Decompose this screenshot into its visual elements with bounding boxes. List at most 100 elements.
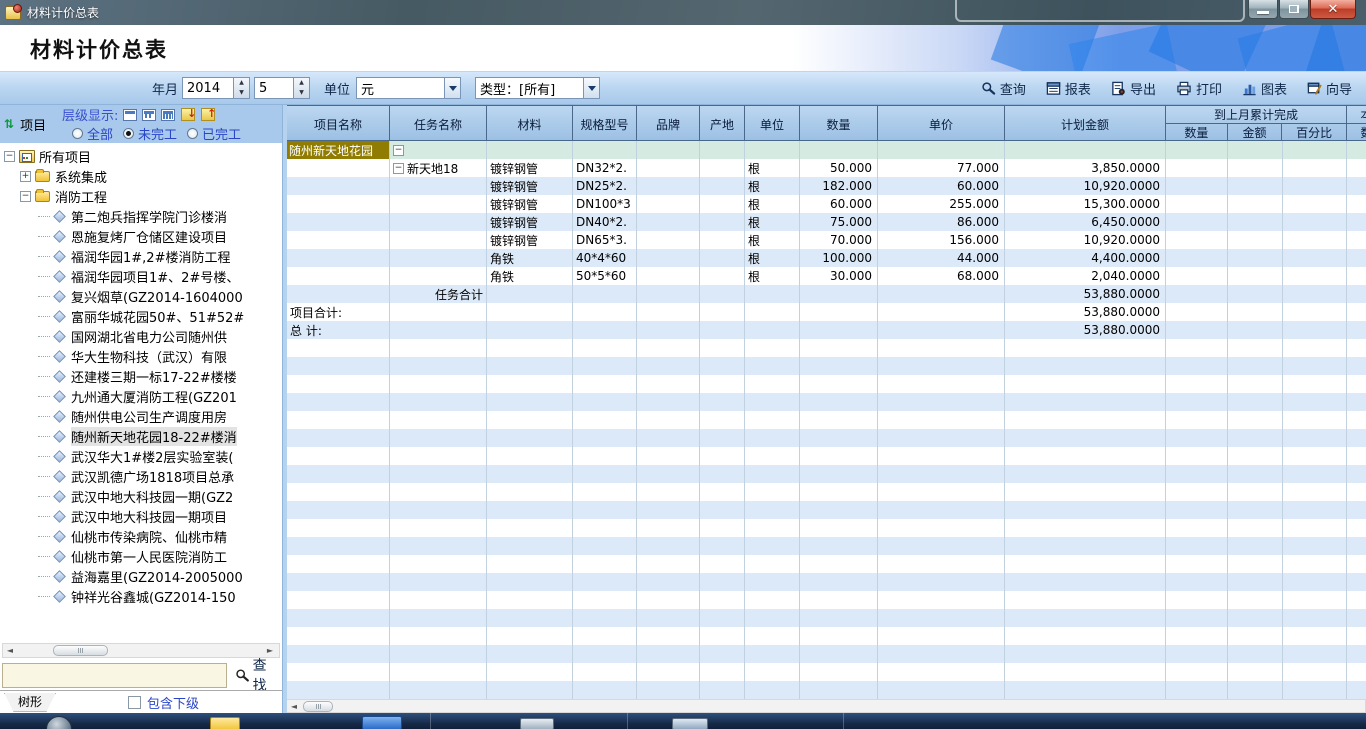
cell-material[interactable]: 镀锌钢管 (487, 159, 573, 177)
cell-project[interactable] (287, 231, 390, 249)
cell-qty[interactable]: 100.000 (800, 249, 878, 267)
cell-brand[interactable] (637, 285, 700, 303)
cell-mamt[interactable] (1228, 177, 1283, 195)
taskbar-folder-icon[interactable] (210, 717, 240, 729)
column-header-task[interactable]: 任务名称 (390, 106, 487, 142)
cell-price[interactable]: 255.000 (878, 195, 1005, 213)
column-header-spec[interactable]: 规格型号 (573, 106, 637, 142)
cell-unit[interactable]: 根 (745, 213, 800, 231)
table-row-empty[interactable] (287, 429, 1366, 447)
action-print[interactable]: 打印 (1176, 79, 1222, 98)
table-row-empty[interactable] (287, 339, 1366, 357)
cell-mqty[interactable] (1166, 285, 1228, 303)
action-search[interactable]: 查询 (981, 79, 1026, 98)
cell-price[interactable] (878, 321, 1005, 339)
tree-item[interactable]: 福润华园1#,2#楼消防工程 (0, 246, 282, 266)
cell-mpct[interactable] (1283, 249, 1347, 267)
tree-item[interactable]: 第二炮兵指挥学院门诊楼消 (0, 206, 282, 226)
cell-project[interactable]: 总 计: (287, 321, 390, 339)
table-row-empty[interactable] (287, 411, 1366, 429)
cell-spec[interactable]: 50*5*60 (573, 267, 637, 285)
cell-mamt[interactable] (1228, 285, 1283, 303)
year-spinner[interactable]: ▲▼ (234, 77, 250, 99)
cell-brand[interactable] (637, 303, 700, 321)
table-row[interactable]: 镀锌钢管DN25*2.根182.00060.00010,920.0000 (287, 177, 1366, 195)
cell-unit[interactable]: 根 (745, 177, 800, 195)
tree-item[interactable]: 福润华园项目1#、2#号楼、 (0, 266, 282, 286)
subcolumn-header-2[interactable]: 百分比 (1282, 124, 1346, 141)
cell-mamt[interactable] (1228, 303, 1283, 321)
cell-brand[interactable] (637, 249, 700, 267)
grid-horizontal-scrollbar[interactable]: ◄ (287, 699, 1366, 713)
cell-project[interactable] (287, 249, 390, 267)
cell-unit[interactable]: 根 (745, 195, 800, 213)
tree-item[interactable]: 恩施复烤厂仓储区建设项目 (0, 226, 282, 246)
cell-mpct[interactable] (1283, 285, 1347, 303)
table-row-empty[interactable] (287, 645, 1366, 663)
chevron-down-icon[interactable] (583, 77, 600, 99)
sort-ascending-icon[interactable]: ↑ (201, 108, 215, 121)
tree-item[interactable]: 随州供电公司生产调度用房 (0, 406, 282, 426)
column-header-material[interactable]: 材料 (487, 106, 573, 142)
scrollbar-thumb[interactable] (53, 645, 108, 656)
restore-button[interactable] (1279, 0, 1309, 19)
tab-tree-view[interactable]: 树形 (4, 693, 56, 712)
cell-cur[interactable] (1347, 267, 1366, 285)
collapse-icon[interactable]: − (393, 163, 404, 174)
cell-project[interactable]: 随州新天地花园 (287, 141, 390, 159)
cell-amount[interactable]: 10,920.0000 (1005, 231, 1166, 249)
cell-mqty[interactable] (1166, 195, 1228, 213)
radio-2[interactable] (187, 128, 198, 139)
tree-item[interactable]: 复兴烟草(GZ2014-1604000 (0, 286, 282, 306)
cell-material[interactable] (487, 303, 573, 321)
table-row-empty[interactable] (287, 573, 1366, 591)
column-header-unit[interactable]: 单位 (745, 106, 800, 142)
cell-spec[interactable]: DN25*2. (573, 177, 637, 195)
cell-amount[interactable]: 10,920.0000 (1005, 177, 1166, 195)
tree-item[interactable]: 钟祥光谷鑫城(GZ2014-150 (0, 586, 282, 606)
cell-task[interactable]: −新天地18 (390, 159, 487, 177)
cell-brand[interactable] (637, 213, 700, 231)
table-row-empty[interactable] (287, 465, 1366, 483)
minimize-button[interactable] (1248, 0, 1278, 19)
cell-material[interactable]: 镀锌钢管 (487, 231, 573, 249)
cell-material[interactable]: 角铁 (487, 267, 573, 285)
cell-mamt[interactable] (1228, 267, 1283, 285)
cell-cur[interactable] (1347, 321, 1366, 339)
cell-qty[interactable]: 182.000 (800, 177, 878, 195)
table-row-empty[interactable] (287, 447, 1366, 465)
table-row-empty[interactable] (287, 627, 1366, 645)
cell-mpct[interactable] (1283, 195, 1347, 213)
cell-qty[interactable]: 75.000 (800, 213, 878, 231)
cell-task[interactable] (390, 177, 487, 195)
cell-mpct[interactable] (1283, 267, 1347, 285)
cell-mqty[interactable] (1166, 267, 1228, 285)
cell-material[interactable] (487, 321, 573, 339)
cell-amount[interactable]: 53,880.0000 (1005, 321, 1166, 339)
table-row[interactable]: 镀锌钢管DN65*3.根70.000156.00010,920.0000 (287, 231, 1366, 249)
action-report[interactable]: 报表 (1046, 79, 1091, 98)
cell-task[interactable] (390, 213, 487, 231)
cell-unit[interactable] (745, 141, 800, 159)
cell-cur[interactable] (1347, 285, 1366, 303)
type-combobox[interactable]: 类型：[所有] (475, 77, 600, 99)
cell-unit[interactable] (745, 285, 800, 303)
cell-cur[interactable] (1347, 303, 1366, 321)
collapse-icon[interactable]: − (393, 145, 404, 156)
cell-origin[interactable] (700, 303, 745, 321)
table-row[interactable]: 任务合计53,880.0000 (287, 285, 1366, 303)
tree-item[interactable]: 富丽华城花园50#、51#52# (0, 306, 282, 326)
cell-price[interactable]: 77.000 (878, 159, 1005, 177)
cell-origin[interactable] (700, 249, 745, 267)
cell-qty[interactable]: 60.000 (800, 195, 878, 213)
cell-amount[interactable]: 2,040.0000 (1005, 267, 1166, 285)
cell-spec[interactable] (573, 303, 637, 321)
cell-origin[interactable] (700, 231, 745, 249)
cell-cur[interactable] (1347, 159, 1366, 177)
tree-item[interactable]: 仙桃市传染病院、仙桃市精 (0, 526, 282, 546)
cell-task[interactable] (390, 267, 487, 285)
cell-amount[interactable]: 6,450.0000 (1005, 213, 1166, 231)
cell-unit[interactable] (745, 321, 800, 339)
cell-cur[interactable] (1347, 231, 1366, 249)
scrollbar-thumb[interactable] (303, 701, 333, 712)
